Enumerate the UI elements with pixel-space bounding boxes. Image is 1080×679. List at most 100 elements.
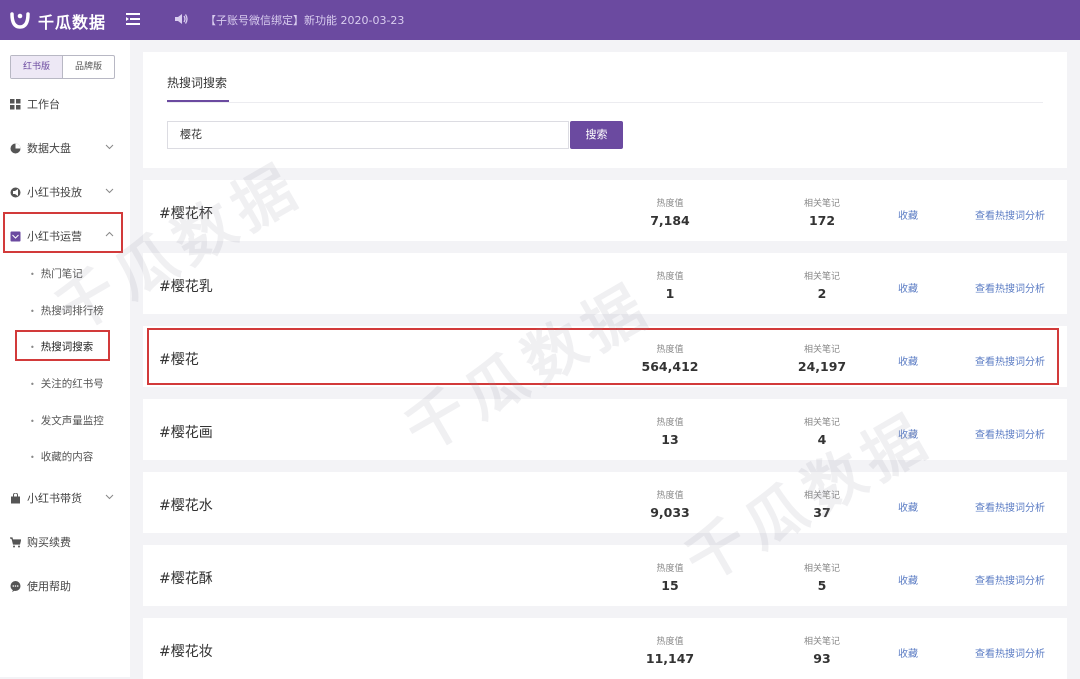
result-row: #樱花乳 热度值 1 相关笔记 2 收藏 查看热搜词分析	[143, 253, 1067, 314]
sidebar-item-label: 购买续费	[27, 536, 71, 549]
version-switch: 红书版 品牌版	[10, 55, 116, 79]
chevron-down-icon[interactable]	[105, 186, 114, 195]
sidebar: 红书版 品牌版 工作台 数据大盘 小红书投放 小红书运营 热门笔记 热搜词排行榜…	[0, 40, 130, 677]
analyze-link[interactable]: 查看热搜词分析	[975, 207, 1045, 222]
keyword[interactable]: #樱花乳	[159, 276, 213, 296]
heat-label: 热度值	[656, 564, 684, 574]
notes-value: 93	[813, 651, 831, 666]
tab-divider	[167, 102, 1043, 103]
notes-label: 相关笔记	[803, 491, 840, 501]
favorite-link[interactable]: 收藏	[898, 645, 918, 660]
speaker-icon	[175, 14, 188, 24]
notes-label: 相关笔记	[803, 199, 840, 209]
notes-metric: 相关笔记 93	[762, 634, 882, 666]
notes-label: 相关笔记	[803, 272, 840, 282]
notes-metric: 相关笔记 2	[762, 269, 882, 301]
result-row: #樱花酥 热度值 15 相关笔记 5 收藏 查看热搜词分析	[143, 545, 1067, 606]
announcement-text[interactable]: 【子账号微信绑定】新功能 2020-03-23	[205, 12, 404, 28]
version-red-book-tab[interactable]: 红书版	[11, 56, 64, 78]
dashboard-icon	[10, 98, 21, 109]
heat-label: 热度值	[656, 491, 684, 501]
heat-value: 9,033	[650, 505, 690, 520]
notes-metric: 相关笔记 5	[762, 561, 882, 593]
sub-item-followed-accounts[interactable]: 关注的红书号	[30, 376, 104, 391]
tab-hot-word-search[interactable]: 热搜词搜索	[167, 74, 227, 91]
analyze-link[interactable]: 查看热搜词分析	[975, 280, 1045, 295]
notes-label: 相关笔记	[803, 637, 840, 647]
notes-value: 172	[808, 213, 836, 228]
result-row: #樱花妆 热度值 11,147 相关笔记 93 收藏 查看热搜词分析	[143, 618, 1067, 679]
tab-active-indicator	[167, 100, 229, 102]
heat-value: 11,147	[645, 651, 695, 666]
notes-metric: 相关笔记 4	[762, 415, 882, 447]
chevron-down-icon[interactable]	[105, 142, 114, 151]
heat-value: 15	[661, 578, 679, 593]
heat-value: 13	[661, 432, 679, 447]
heat-metric: 热度值 7,184	[610, 196, 730, 228]
sub-item-favorites[interactable]: 收藏的内容	[30, 449, 94, 464]
keyword[interactable]: #樱花杯	[159, 203, 213, 223]
sidebar-item-data-overview[interactable]: 数据大盘	[10, 140, 71, 156]
favorite-link[interactable]: 收藏	[898, 426, 918, 441]
keyword[interactable]: #樱花水	[159, 495, 213, 515]
result-row: #樱花杯 热度值 7,184 相关笔记 172 收藏 查看热搜词分析	[143, 180, 1067, 241]
notes-value: 4	[817, 432, 827, 447]
sidebar-item-help[interactable]: 使用帮助	[10, 578, 71, 594]
keyword[interactable]: #樱花妆	[159, 641, 213, 661]
qiangua-logo-icon[interactable]	[9, 8, 31, 30]
highlight-box-result	[147, 328, 1059, 385]
heat-metric: 热度值 13	[610, 415, 730, 447]
heat-metric: 热度值 11,147	[610, 634, 730, 666]
search-panel: 热搜词搜索 樱花 搜索	[143, 52, 1067, 168]
heat-metric: 热度值 15	[610, 561, 730, 593]
top-bar: 千瓜数据 【子账号微信绑定】新功能 2020-03-23	[0, 0, 1080, 40]
heat-label: 热度值	[656, 637, 684, 647]
favorite-link[interactable]: 收藏	[898, 572, 918, 587]
highlight-box-operation	[3, 212, 123, 253]
favorite-link[interactable]: 收藏	[898, 280, 918, 295]
notes-label: 相关笔记	[803, 564, 840, 574]
sidebar-item-label: 工作台	[27, 98, 60, 111]
sidebar-item-commerce[interactable]: 小红书带货	[10, 490, 82, 506]
search-button[interactable]: 搜索	[570, 121, 623, 149]
analyze-link[interactable]: 查看热搜词分析	[975, 499, 1045, 514]
chevron-down-icon[interactable]	[105, 492, 114, 501]
sub-item-hot-notes[interactable]: 热门笔记	[30, 266, 83, 281]
heat-metric: 热度值 1	[610, 269, 730, 301]
sidebar-item-label: 数据大盘	[27, 142, 71, 155]
keyword[interactable]: #樱花画	[159, 422, 213, 442]
notes-value: 2	[817, 286, 827, 301]
sidebar-item-workbench[interactable]: 工作台	[10, 96, 60, 112]
sidebar-item-label: 小红书带货	[27, 492, 82, 505]
heat-value: 7,184	[650, 213, 690, 228]
pie-icon	[10, 143, 21, 153]
favorite-link[interactable]: 收藏	[898, 499, 918, 514]
result-row: #樱花水 热度值 9,033 相关笔记 37 收藏 查看热搜词分析	[143, 472, 1067, 533]
analyze-link[interactable]: 查看热搜词分析	[975, 572, 1045, 587]
keyword[interactable]: #樱花酥	[159, 568, 213, 588]
analyze-link[interactable]: 查看热搜词分析	[975, 426, 1045, 441]
version-brand-tab[interactable]: 品牌版	[63, 56, 114, 78]
sidebar-item-purchase[interactable]: 购买续费	[10, 534, 71, 550]
heat-label: 热度值	[656, 199, 684, 209]
search-input[interactable]: 樱花	[167, 121, 569, 149]
sub-item-volume-monitor[interactable]: 发文声量监控	[30, 413, 104, 428]
favorite-link[interactable]: 收藏	[898, 207, 918, 222]
cart-icon	[10, 536, 21, 547]
analyze-link[interactable]: 查看热搜词分析	[975, 645, 1045, 660]
menu-toggle-icon[interactable]	[124, 10, 142, 28]
sidebar-item-label: 使用帮助	[27, 580, 71, 593]
highlight-box-hot-word-search	[15, 330, 110, 361]
notes-value: 5	[817, 578, 827, 593]
bag-icon	[11, 492, 20, 503]
help-icon	[10, 580, 21, 592]
sub-item-hot-word-ranking[interactable]: 热搜词排行榜	[30, 303, 104, 318]
notes-metric: 相关笔记 37	[762, 488, 882, 520]
notes-label: 相关笔记	[803, 418, 840, 428]
notes-metric: 相关笔记 172	[762, 196, 882, 228]
brand-name: 千瓜数据	[38, 13, 107, 32]
notes-value: 37	[813, 505, 831, 520]
heat-metric: 热度值 9,033	[610, 488, 730, 520]
sidebar-item-placement[interactable]: 小红书投放	[10, 184, 82, 200]
sidebar-item-label: 小红书投放	[27, 186, 82, 199]
